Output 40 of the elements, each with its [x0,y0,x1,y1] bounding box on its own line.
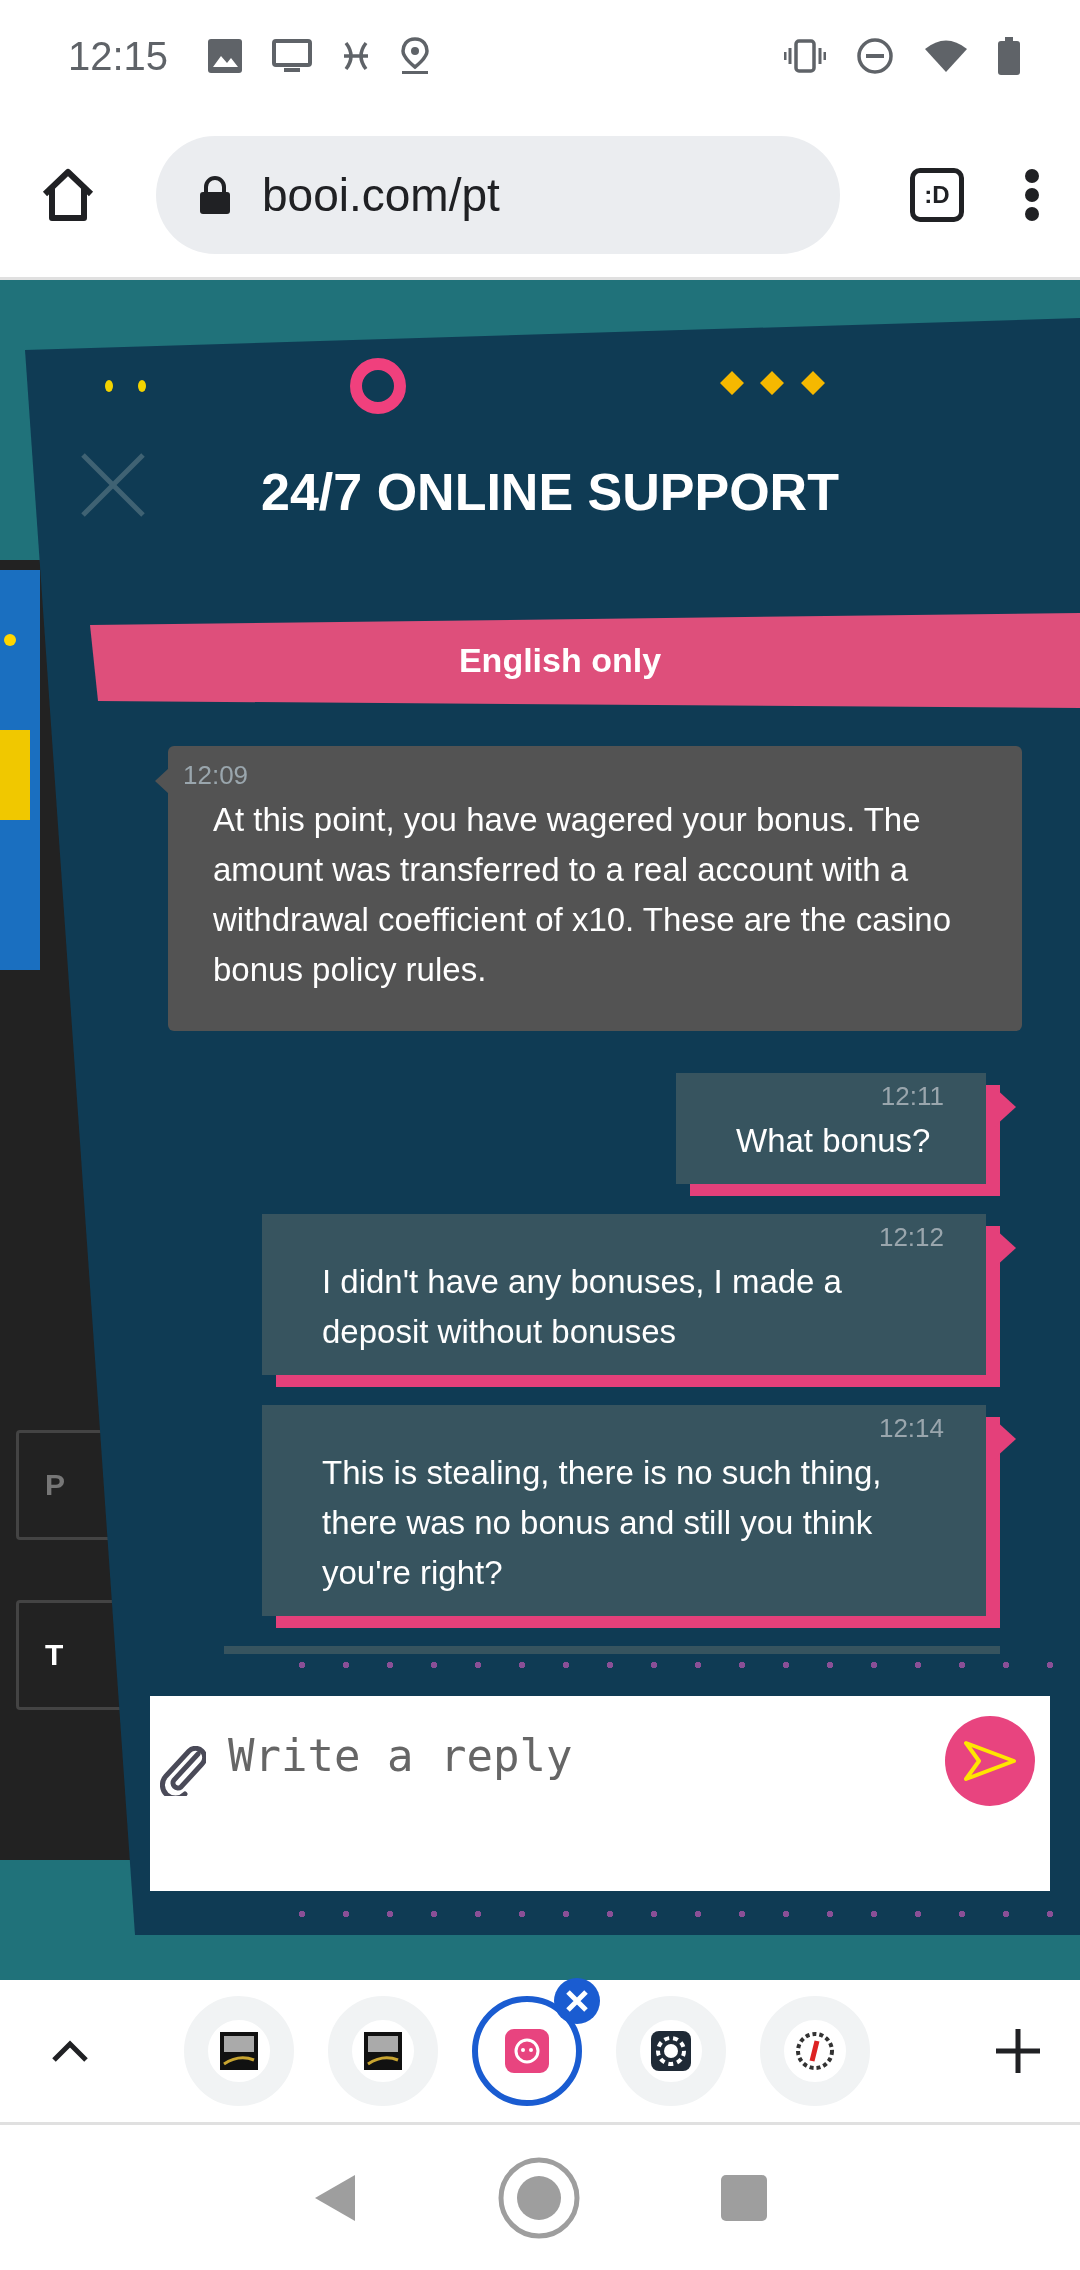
casino-logo-icon [220,2032,258,2070]
message-text: This is stealing, there is no such thing, there was no bonus and still you think you're right? [322,1453,883,1593]
vibrate-icon [784,39,826,73]
address-bar[interactable]: booi.com/pt [156,135,840,254]
info-badge-icon [795,2031,835,2071]
wifi-icon [924,39,968,73]
url-text: booi.com/pt [262,167,500,222]
image-icon [208,39,243,73]
message-text: I didn't have any bonuses, I made a deposit without bonuses [322,1262,843,1352]
message-time: 12:11 [880,1081,944,1112]
paperclip-icon [160,1746,206,1796]
home-icon[interactable] [40,167,96,222]
tab-switcher-button[interactable]: :D [910,167,964,222]
reply-input[interactable]: Write a reply [226,1716,925,1782]
notice-text: English only [458,641,662,680]
close-tab-icon[interactable] [554,1978,600,2024]
message-text: What bonus? [736,1121,932,1161]
ring-icon [350,358,406,414]
battery-icon [998,37,1020,75]
location-pin-icon [400,37,431,75]
send-icon [963,1740,1017,1782]
more-menu-icon[interactable] [1024,167,1040,222]
message-time: 12:09 [183,760,249,791]
monkey-face-icon [505,2029,549,2073]
lock-icon [198,174,232,215]
chevron-up-icon[interactable] [50,2038,90,2064]
plus-icon[interactable] [996,2029,1040,2073]
back-icon[interactable] [313,2172,357,2223]
message-time: 12:14 [878,1413,944,1444]
do-not-disturb-icon [856,37,894,75]
message-time: 12:12 [878,1222,944,1253]
recents-icon[interactable] [721,2174,767,2221]
reply-field[interactable]: Write a reply [150,1696,1050,1891]
monitor-icon [272,39,313,73]
home-button-icon[interactable] [497,2155,581,2240]
poker-chip-icon [651,2031,691,2071]
clock-time: 12:15 [68,33,169,79]
message-text: At this point, you have wagered your bonus. The amount was transferred to a real account with a withdrawal coefficient of x10. These are the casino bonus policy rules. [213,800,953,990]
casino-logo-icon [364,2032,402,2070]
chat-title: 24/7 ONLINE SUPPORT [261,466,839,518]
